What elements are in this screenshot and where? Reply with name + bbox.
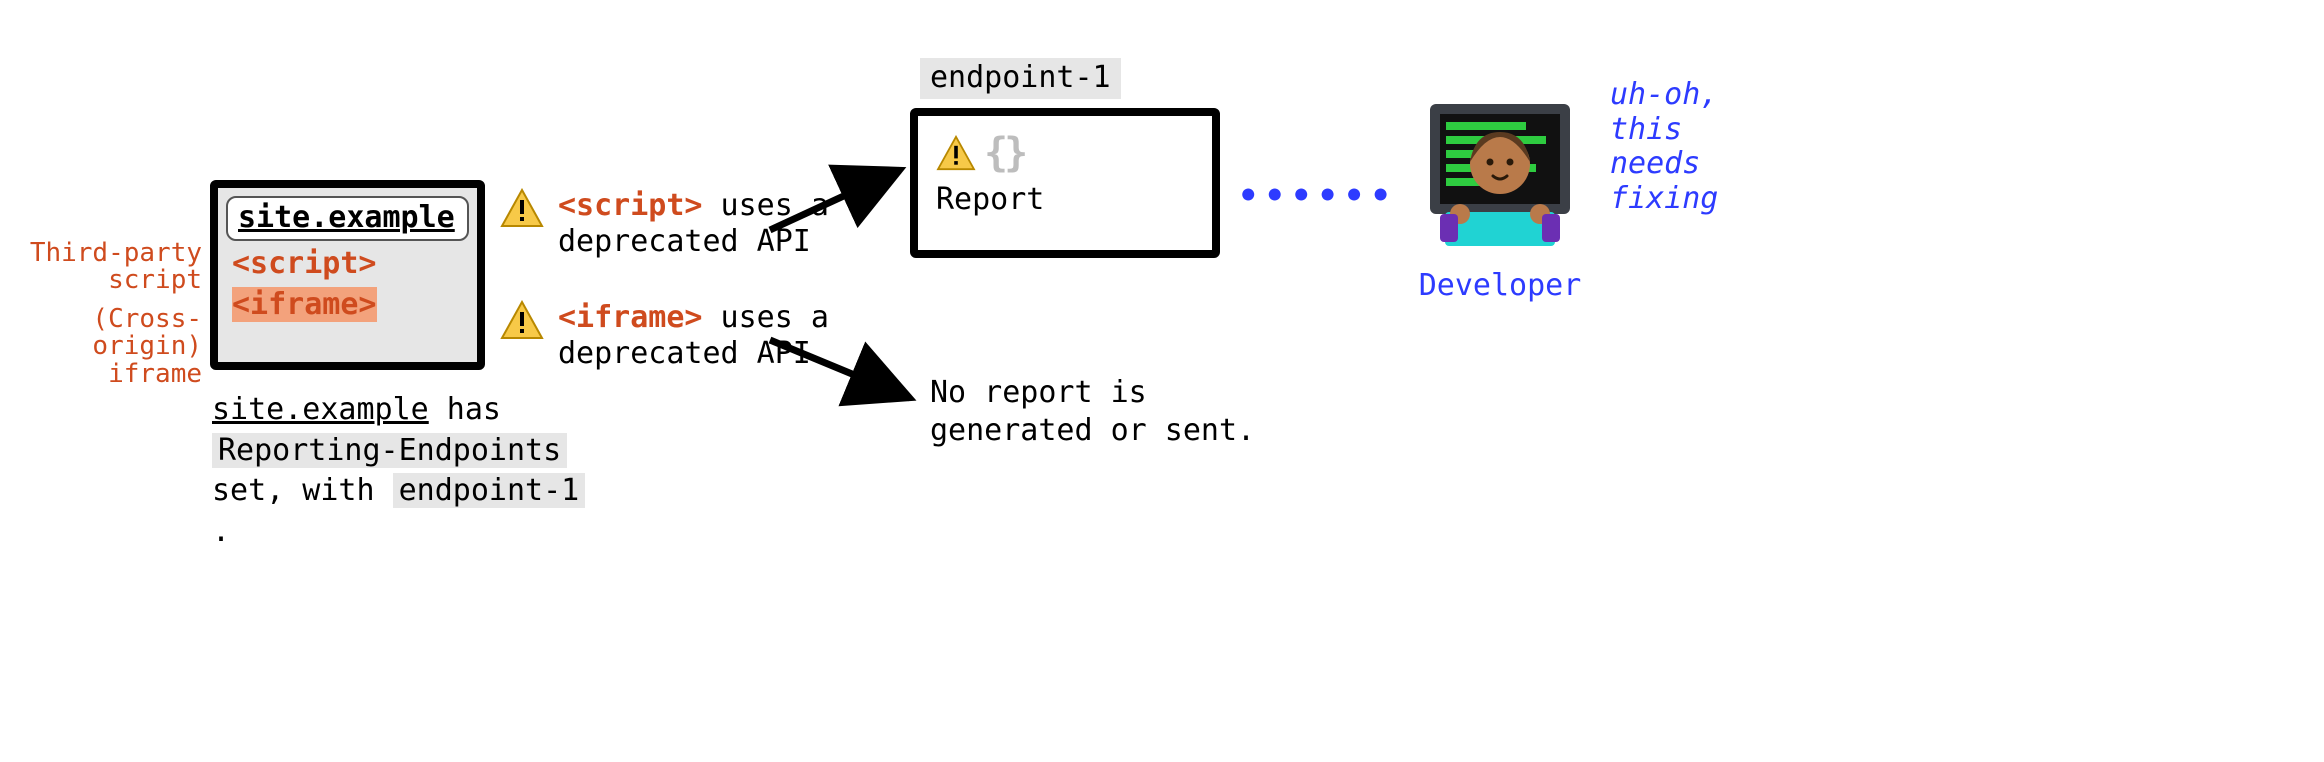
braces-icon: {} xyxy=(984,130,1024,176)
endpoint-label: endpoint-1 xyxy=(920,58,1121,99)
developer-icon xyxy=(1410,94,1590,254)
report-label: Report xyxy=(936,182,1194,217)
developer-quote: uh-oh, this needs fixing xyxy=(1610,78,1790,216)
warning-iframe-text: <iframe> uses a deprecated API xyxy=(558,300,920,372)
warning-iframe: <iframe> uses a deprecated API xyxy=(500,300,920,372)
developer-label: Developer xyxy=(1400,268,1600,303)
no-report-text: No report is generated or sent. xyxy=(930,374,1280,449)
caption-has: has xyxy=(429,392,501,427)
url-bar: site.example xyxy=(226,196,469,241)
endpoint-box: {} Report xyxy=(910,108,1220,258)
caption-period: . xyxy=(212,514,230,549)
developer-figure: Developer xyxy=(1400,94,1600,303)
warning-iframe-code: <iframe> xyxy=(558,300,703,335)
warning-script-text: <script> uses a deprecated API xyxy=(558,188,920,260)
warning-icon xyxy=(500,188,544,228)
caption-header: Reporting-Endpoints xyxy=(212,433,567,468)
label-cross-origin-iframe: (Cross-origin) iframe xyxy=(6,306,202,388)
warning-icon xyxy=(936,135,976,171)
caption-site: site.example xyxy=(212,392,429,427)
warning-icon xyxy=(500,300,544,340)
warning-script: <script> uses a deprecated API xyxy=(500,188,920,260)
iframe-box: <iframe> xyxy=(232,287,377,322)
caption-set-with: set, with xyxy=(212,473,393,508)
browser-window: site.example <script> <iframe> xyxy=(210,180,485,370)
warning-script-code: <script> xyxy=(558,188,703,223)
caption-endpoint: endpoint-1 xyxy=(393,473,586,508)
dotted-connector: •••••• xyxy=(1238,176,1397,216)
script-tag-label: <script> xyxy=(226,245,469,284)
browser-caption: site.example has Reporting-Endpoints set… xyxy=(212,390,612,552)
iframe-tag-label: <iframe> xyxy=(226,286,469,325)
label-third-party-script: Third-party script xyxy=(6,240,202,295)
